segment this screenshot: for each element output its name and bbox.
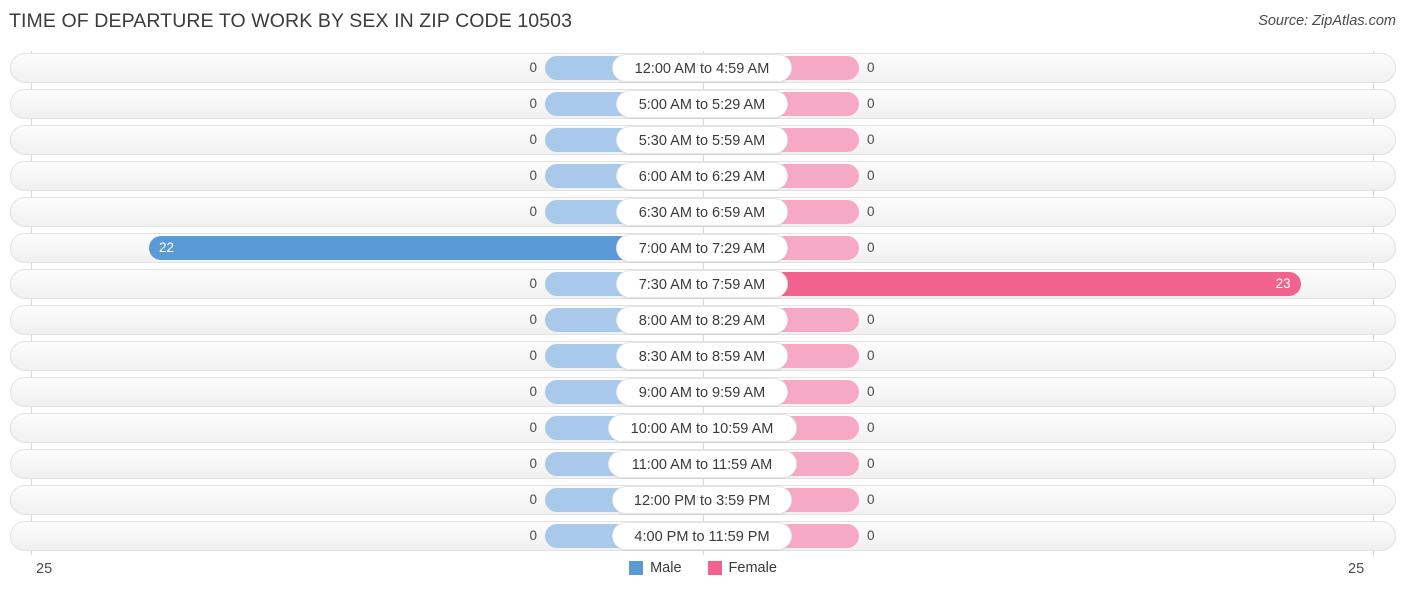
category-label-pill: 7:30 AM to 7:59 AM bbox=[615, 270, 789, 298]
value-female: 0 bbox=[867, 384, 875, 399]
category-label-pill: 11:00 AM to 11:59 AM bbox=[607, 450, 797, 478]
legend-swatch-icon bbox=[707, 561, 722, 575]
legend-label: Male bbox=[650, 560, 682, 576]
category-label-pill: 7:00 AM to 7:29 AM bbox=[615, 234, 789, 262]
value-male: 0 bbox=[529, 384, 537, 399]
chart-row[interactable]: 0 0 12:00 PM to 3:59 PM bbox=[10, 485, 1396, 515]
value-male: 0 bbox=[529, 420, 537, 435]
value-male: 0 bbox=[529, 60, 537, 75]
value-female: 0 bbox=[867, 204, 875, 219]
value-female: 0 bbox=[867, 240, 875, 255]
legend-swatch-icon bbox=[629, 561, 644, 575]
value-male: 0 bbox=[529, 456, 537, 471]
value-female: 0 bbox=[867, 348, 875, 363]
chart-legend: Male Female bbox=[0, 560, 1406, 576]
value-male: 0 bbox=[529, 132, 537, 147]
chart-row[interactable]: 0 0 9:00 AM to 9:59 AM bbox=[10, 377, 1396, 407]
value-male: 0 bbox=[529, 348, 537, 363]
value-male: 0 bbox=[529, 276, 537, 291]
chart-row[interactable]: 0 0 6:30 AM to 6:59 AM bbox=[10, 197, 1396, 227]
chart-footer: 25 25 Male Female bbox=[0, 556, 1406, 595]
chart-row[interactable]: 0 0 8:30 AM to 8:59 AM bbox=[10, 341, 1396, 371]
chart-row[interactable]: 0 0 4:00 PM to 11:59 PM bbox=[10, 521, 1396, 551]
value-male: 22 bbox=[159, 240, 175, 255]
chart-row[interactable]: 0 0 10:00 AM to 10:59 AM bbox=[10, 413, 1396, 443]
category-label-pill: 4:00 PM to 11:59 PM bbox=[611, 522, 793, 550]
value-female: 0 bbox=[867, 528, 875, 543]
chart-row[interactable]: 0 0 5:30 AM to 5:59 AM bbox=[10, 125, 1396, 155]
category-label-pill: 10:00 AM to 10:59 AM bbox=[607, 414, 797, 442]
chart-row[interactable]: 0 0 5:00 AM to 5:29 AM bbox=[10, 89, 1396, 119]
value-female: 0 bbox=[867, 132, 875, 147]
value-male: 0 bbox=[529, 492, 537, 507]
category-label-pill: 6:30 AM to 6:59 AM bbox=[615, 198, 789, 226]
category-label-pill: 8:00 AM to 8:29 AM bbox=[615, 306, 789, 334]
value-male: 0 bbox=[529, 312, 537, 327]
value-female: 0 bbox=[867, 60, 875, 75]
page-title: TIME OF DEPARTURE TO WORK BY SEX IN ZIP … bbox=[9, 10, 573, 32]
value-male: 0 bbox=[529, 204, 537, 219]
chart-row[interactable]: 0 0 12:00 AM to 4:59 AM bbox=[10, 53, 1396, 83]
chart-plot-area: 0 0 12:00 AM to 4:59 AM 0 0 5:00 AM to 5:29 A… bbox=[0, 51, 1406, 556]
value-female: 0 bbox=[867, 312, 875, 327]
category-label-pill: 9:00 AM to 9:59 AM bbox=[615, 378, 789, 406]
value-female: 0 bbox=[867, 456, 875, 471]
legend-item-male[interactable]: Male bbox=[629, 560, 682, 576]
category-label-pill: 12:00 PM to 3:59 PM bbox=[611, 486, 793, 514]
chart-header: TIME OF DEPARTURE TO WORK BY SEX IN ZIP … bbox=[0, 0, 1406, 44]
category-label-pill: 5:00 AM to 5:29 AM bbox=[615, 90, 789, 118]
value-female: 0 bbox=[867, 168, 875, 183]
chart-row[interactable]: 0 0 6:00 AM to 6:29 AM bbox=[10, 161, 1396, 191]
category-label-pill: 6:00 AM to 6:29 AM bbox=[615, 162, 789, 190]
category-label-pill: 12:00 AM to 4:59 AM bbox=[611, 54, 793, 82]
value-female: 0 bbox=[867, 492, 875, 507]
chart-row[interactable]: 0 0 8:00 AM to 8:29 AM bbox=[10, 305, 1396, 335]
value-female: 0 bbox=[867, 96, 875, 111]
chart-row[interactable]: 22 0 7:00 AM to 7:29 AM bbox=[10, 233, 1396, 263]
bar-female[interactable] bbox=[702, 272, 1301, 296]
chart-row[interactable]: 0 0 11:00 AM to 11:59 AM bbox=[10, 449, 1396, 479]
source-attribution: Source: ZipAtlas.com bbox=[1258, 13, 1396, 29]
value-male: 0 bbox=[529, 528, 537, 543]
legend-label: Female bbox=[728, 560, 777, 576]
category-label-pill: 8:30 AM to 8:59 AM bbox=[615, 342, 789, 370]
value-male: 0 bbox=[529, 168, 537, 183]
chart-row[interactable]: 0 23 7:30 AM to 7:59 AM bbox=[10, 269, 1396, 299]
legend-item-female[interactable]: Female bbox=[707, 560, 777, 576]
value-male: 0 bbox=[529, 96, 537, 111]
value-female: 0 bbox=[867, 420, 875, 435]
value-female: 23 bbox=[1275, 276, 1291, 291]
category-label-pill: 5:30 AM to 5:59 AM bbox=[615, 126, 789, 154]
